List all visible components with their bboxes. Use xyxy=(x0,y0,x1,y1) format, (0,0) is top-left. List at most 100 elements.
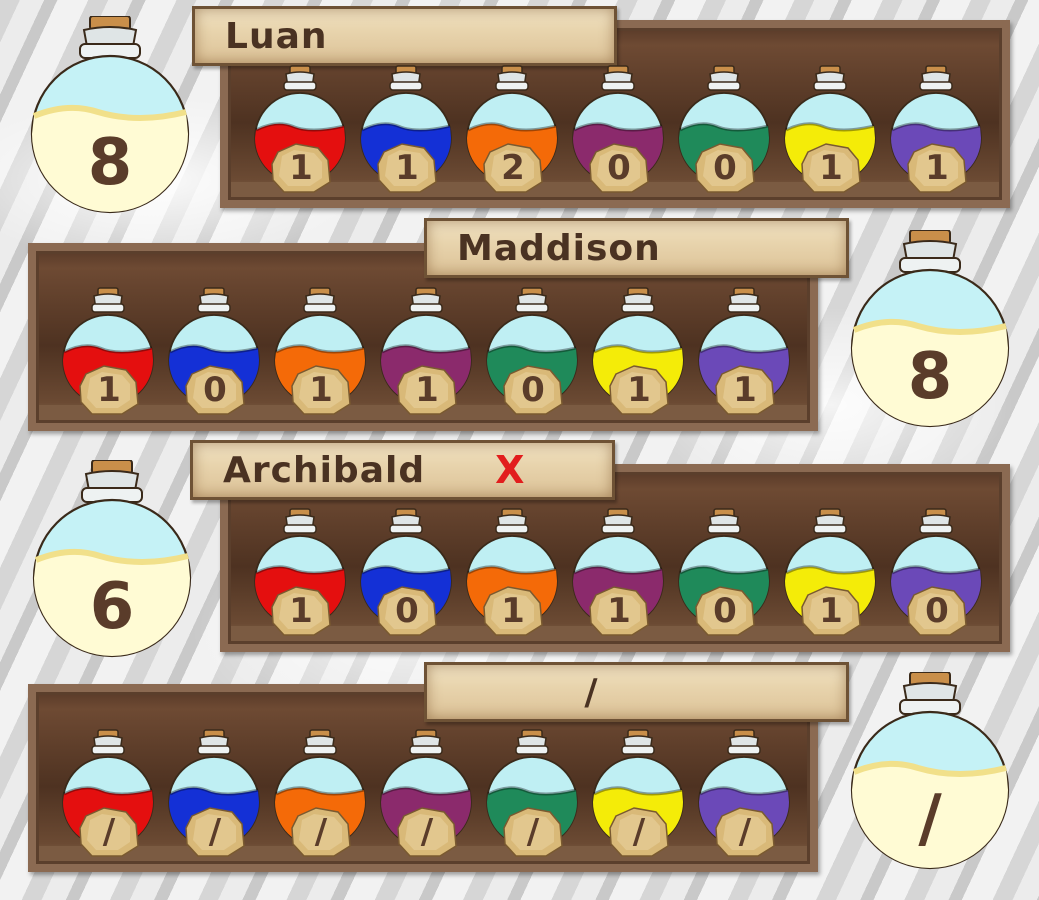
potion-bottle-icon: 1 xyxy=(464,507,560,639)
potion-bottle-icon: 0 xyxy=(166,286,262,418)
potion-count-value: / xyxy=(632,812,646,852)
potion-bottle-icon: / xyxy=(590,728,686,860)
potion-count: / xyxy=(714,806,776,858)
potion-count-value: 2 xyxy=(501,148,525,188)
potion-count: 0 xyxy=(694,142,756,194)
potion-count: 0 xyxy=(588,142,650,194)
potion-bottle-icon: 1 xyxy=(60,286,156,418)
total-score: 6 xyxy=(89,570,135,644)
potion-count: / xyxy=(608,806,670,858)
potion-count-value: / xyxy=(420,812,434,852)
player-name: Archibald xyxy=(223,449,426,491)
potion-count-value: 1 xyxy=(309,370,333,410)
potion-count: 2 xyxy=(482,142,544,194)
total-potion: 8 xyxy=(28,16,192,216)
potion-count-value: 1 xyxy=(627,370,651,410)
potion-bottle-icon: / xyxy=(166,728,262,860)
potion-bottle-icon: / xyxy=(696,728,792,860)
potion-bottle-icon: / xyxy=(60,728,156,860)
potion-bottle-icon: 1 xyxy=(696,286,792,418)
potion-count-value: 0 xyxy=(203,370,227,410)
player-name-plank: / xyxy=(424,662,849,722)
potion-bottle-icon: / xyxy=(484,728,580,860)
total-score: 8 xyxy=(907,340,953,414)
player-name: Luan xyxy=(225,15,328,57)
potion-count: 0 xyxy=(502,364,564,416)
potion-bottle-icon: 0 xyxy=(570,64,666,196)
potion-count-value: / xyxy=(738,812,752,852)
potion-count-value: 1 xyxy=(819,148,843,188)
player-name: / xyxy=(584,671,599,713)
potion-count-value: 1 xyxy=(395,148,419,188)
potion-count: 0 xyxy=(184,364,246,416)
total-potion: / xyxy=(848,672,1012,872)
potion-bottle-icon: 1 xyxy=(252,507,348,639)
potion-count: / xyxy=(184,806,246,858)
potion-count-value: 0 xyxy=(925,591,949,631)
potion-count: 1 xyxy=(376,142,438,194)
potion-count-value: 1 xyxy=(819,591,843,631)
potion-bottle-icon: 1 xyxy=(782,64,878,196)
potion-count-value: / xyxy=(208,812,222,852)
potion-bottle-icon: 1 xyxy=(378,286,474,418)
potion-count: 1 xyxy=(396,364,458,416)
potion-count: 1 xyxy=(714,364,776,416)
potion-bottle-icon: / xyxy=(272,728,368,860)
potion-count-value: / xyxy=(526,812,540,852)
potion-bottle-icon: 1 xyxy=(888,64,984,196)
player-name: Maddison xyxy=(457,227,661,269)
potion-bottle-icon: 0 xyxy=(888,507,984,639)
potion-count: 1 xyxy=(270,585,332,637)
potion-count: 1 xyxy=(270,142,332,194)
potion-bottle-icon: 0 xyxy=(676,64,772,196)
potion-bottle-icon: 0 xyxy=(484,286,580,418)
potion-count: 0 xyxy=(906,585,968,637)
potion-count-value: 1 xyxy=(925,148,949,188)
potion-bottle-icon: 1 xyxy=(358,64,454,196)
potion-count-value: 0 xyxy=(521,370,545,410)
potion-bottle-icon: 1 xyxy=(272,286,368,418)
potion-count-value: 1 xyxy=(733,370,757,410)
potion-count-value: 1 xyxy=(97,370,121,410)
potion-count: / xyxy=(396,806,458,858)
potion-count-value: 1 xyxy=(289,591,313,631)
potion-bottle-icon: 1 xyxy=(252,64,348,196)
potion-count: / xyxy=(502,806,564,858)
potion-count-value: / xyxy=(102,812,116,852)
potion-count: 1 xyxy=(482,585,544,637)
potion-count: 1 xyxy=(78,364,140,416)
potion-count: / xyxy=(290,806,352,858)
potion-bottle-icon: 0 xyxy=(358,507,454,639)
potion-count: 1 xyxy=(800,585,862,637)
total-potion: 6 xyxy=(30,460,194,660)
potion-count-value: 0 xyxy=(713,148,737,188)
potion-bottle-icon: 2 xyxy=(464,64,560,196)
potion-bottle-icon: 1 xyxy=(782,507,878,639)
player-name-plank: Archibald X xyxy=(190,440,615,500)
potion-count-value: 1 xyxy=(415,370,439,410)
potion-count: / xyxy=(78,806,140,858)
player-name-plank: Luan xyxy=(192,6,617,66)
player-name-plank: Maddison xyxy=(424,218,849,278)
potion-count-value: / xyxy=(314,812,328,852)
total-potion: 8 xyxy=(848,230,1012,430)
potion-count: 0 xyxy=(694,585,756,637)
potion-count: 1 xyxy=(588,585,650,637)
potion-count-value: 0 xyxy=(607,148,631,188)
potion-count-value: 0 xyxy=(713,591,737,631)
potion-count-value: 1 xyxy=(289,148,313,188)
total-score: / xyxy=(918,782,942,856)
potion-count-value: 1 xyxy=(607,591,631,631)
potion-count: 1 xyxy=(800,142,862,194)
potion-count-value: 1 xyxy=(501,591,525,631)
potion-count: 0 xyxy=(376,585,438,637)
total-score: 8 xyxy=(87,126,133,200)
potion-count: 1 xyxy=(290,364,352,416)
potion-bottle-icon: 0 xyxy=(676,507,772,639)
potion-bottle-icon: 1 xyxy=(590,286,686,418)
potion-bottle-icon: 1 xyxy=(570,507,666,639)
potion-count: 1 xyxy=(608,364,670,416)
potion-bottle-icon: / xyxy=(378,728,474,860)
player-status-mark: X xyxy=(495,448,526,492)
potion-count: 1 xyxy=(906,142,968,194)
